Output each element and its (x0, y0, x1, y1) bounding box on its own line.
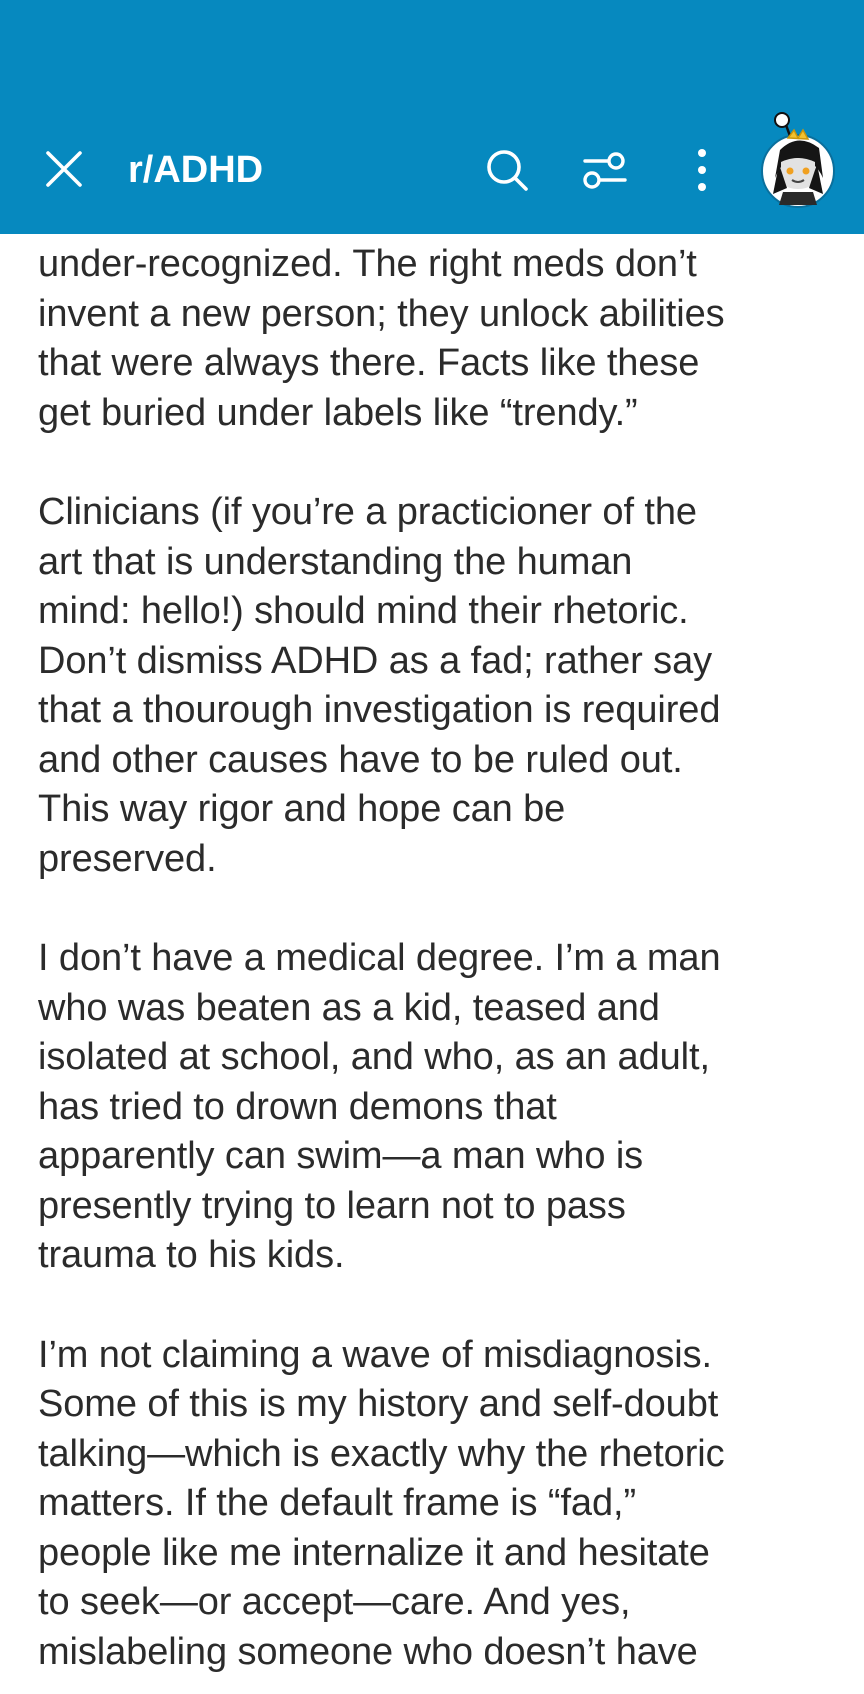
close-button[interactable] (40, 145, 88, 193)
search-icon (487, 150, 528, 191)
text-line: matters. If the default frame is “fad,” (38, 1482, 636, 1524)
subreddit-title[interactable]: r/ADHD (128, 146, 263, 194)
text-line: preserved. (38, 837, 217, 880)
more-options-button[interactable] (677, 145, 727, 195)
text-line: Some of this is my history and self-doub… (38, 1383, 719, 1425)
text-line: who was beaten as a kid, teased and (38, 986, 660, 1029)
text-line: invent a new person; they unlock abiliti… (38, 292, 725, 335)
text-line: presently trying to learn not to pass (38, 1184, 626, 1227)
text-line: mind: hello!) should mind their rhetoric… (38, 590, 689, 632)
text-line: under-recognized. The right meds don’t (38, 243, 697, 285)
filter-button[interactable] (580, 145, 630, 195)
text-line: has tried to drown demons that (38, 1085, 557, 1128)
text-line: trauma to his kids. (38, 1234, 345, 1276)
text-line: and other causes have to be ruled out. (38, 738, 683, 781)
text-line: Clinicians (if you’re a practicioner of … (38, 491, 697, 533)
text-line: that a thourough investigation is requir… (38, 689, 721, 731)
avatar-icon (761, 112, 835, 208)
text-line: isolated at school, and who, as an adult… (38, 1036, 710, 1078)
more-vertical-icon (698, 149, 706, 191)
post-paragraph: I don’t have a medical degree. I’m a man… (38, 934, 838, 1281)
post-paragraph: under-recognized. The right meds don’t i… (38, 240, 838, 438)
text-line: I’m not claiming a wave of misdiagnosis. (38, 1333, 712, 1376)
post-paragraph: Clinicians (if you’re a practicioner of … (38, 488, 838, 884)
user-avatar[interactable] (757, 108, 839, 210)
top-app-bar: r/ADHD (0, 0, 864, 234)
text-line: that were always there. Facts like these (38, 342, 700, 384)
post-body: under-recognized. The right meds don’t i… (38, 240, 838, 1694)
text-line: This way rigor and hope can be (38, 788, 566, 830)
text-line: art that is understanding the human (38, 540, 633, 583)
text-line: I don’t have a medical degree. I’m a man (38, 937, 721, 979)
post-content: under-recognized. The right meds don’t i… (0, 0, 864, 1694)
text-line: to seek—or accept—care. And yes, (38, 1581, 631, 1623)
text-line: apparently can swim—a man who is (38, 1135, 644, 1177)
text-line: Don’t dismiss ADHD as a fad; rather say (38, 639, 713, 682)
text-line: people like me internalize it and hesita… (38, 1531, 710, 1574)
text-line: get buried under labels like “trendy.” (38, 391, 638, 434)
text-line: talking—which is exactly why the rhetori… (38, 1432, 725, 1475)
filter-sliders-icon (583, 152, 627, 189)
search-button[interactable] (482, 145, 532, 195)
close-icon (46, 151, 82, 187)
post-paragraph: I’m not claiming a wave of misdiagnosis.… (38, 1331, 838, 1678)
text-line: mislabeling someone who doesn’t have (38, 1630, 698, 1673)
